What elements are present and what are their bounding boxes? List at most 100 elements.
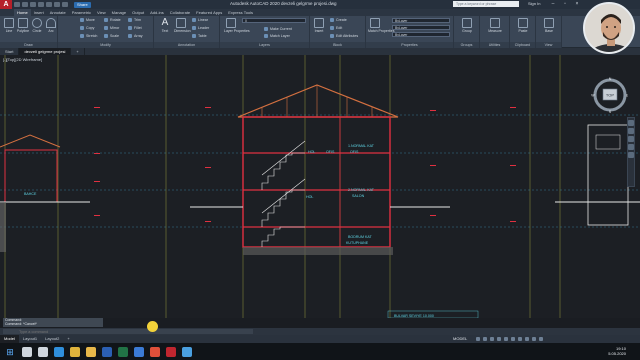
viewcube[interactable]: TOP N E S W <box>590 75 630 115</box>
match-properties-tool[interactable]: Match Properties <box>368 18 394 33</box>
annotation-scale-icon[interactable] <box>525 337 529 341</box>
ribbon-tab-add-ins[interactable]: Add-ins <box>147 9 167 16</box>
save-as-icon[interactable] <box>38 2 44 7</box>
otrack-toggle-icon[interactable] <box>511 337 515 341</box>
array-tool[interactable]: Array <box>128 34 143 38</box>
help-search-input[interactable]: Type a keyword or phrase <box>453 1 519 7</box>
showmotion-icon[interactable] <box>628 152 634 158</box>
rotate-tool[interactable]: Rotate <box>104 18 121 22</box>
ribbon-tab-featured-apps[interactable]: Featured Apps <box>193 9 225 16</box>
redo-icon[interactable] <box>62 2 68 7</box>
command-input[interactable] <box>3 329 253 334</box>
mirror-tool[interactable]: Mirror <box>104 26 119 30</box>
model-space-toggle[interactable]: MODEL <box>453 336 467 341</box>
share-button[interactable]: Share <box>74 1 91 8</box>
trim-tool[interactable]: Trim <box>128 18 141 22</box>
stretch-tool[interactable]: Stretch <box>80 34 97 38</box>
drawing-tab[interactable]: devzeli gelgrme projesi <box>19 48 72 55</box>
ribbon-tab-express-tools[interactable]: Express Tools <box>225 9 256 16</box>
ribbon-tab-view[interactable]: View <box>94 9 109 16</box>
orbit-icon[interactable] <box>628 144 634 150</box>
customize-menu-icon[interactable] <box>539 337 543 341</box>
workspace-gear-icon[interactable] <box>532 337 536 341</box>
color-dropdown[interactable]: ByLayer <box>392 18 450 23</box>
word-icon[interactable] <box>102 346 112 357</box>
excel-icon[interactable] <box>118 346 128 357</box>
ribbon-tab-parametric[interactable]: Parametric <box>69 9 94 16</box>
restore-button[interactable]: ▫ <box>560 0 570 9</box>
chrome-icon[interactable] <box>70 346 80 357</box>
base-view-tool[interactable]: Base <box>542 18 556 33</box>
new-tab-button[interactable]: + <box>71 48 85 55</box>
ribbon-tab-output[interactable]: Output <box>129 9 147 16</box>
edit-attributes-tool[interactable]: Edit Attributes <box>330 34 358 38</box>
paste-tool[interactable]: Paste <box>516 18 530 33</box>
circle-tool[interactable]: Circle <box>30 18 44 33</box>
ribbon-tab-collaborate[interactable]: Collaborate <box>167 9 193 16</box>
fillet-tool[interactable]: Fillet <box>128 26 142 30</box>
layout1-tab[interactable]: Layout1 <box>19 335 41 343</box>
match-layer-tool[interactable]: Match Layer <box>264 34 290 38</box>
plot-icon[interactable] <box>46 2 52 7</box>
linear-tool[interactable]: Linear <box>192 18 208 22</box>
polyline-tool[interactable]: Polyline <box>16 18 30 33</box>
ribbon-tab-manage[interactable]: Manage <box>109 9 129 16</box>
snap-toggle-icon[interactable] <box>483 337 487 341</box>
ribbon-tab-home[interactable]: Home <box>14 9 31 16</box>
system-clock[interactable]: 19:10 5.05.2020 <box>608 346 626 356</box>
create-block-tool[interactable]: Create <box>330 18 347 22</box>
dimension-tool[interactable]: Dimension <box>174 18 191 33</box>
polar-toggle-icon[interactable] <box>497 337 501 341</box>
lineweight-dropdown[interactable]: ByLayer <box>392 25 450 30</box>
close-button[interactable]: × <box>572 0 582 9</box>
layout2-tab[interactable]: Layout2 <box>41 335 63 343</box>
section-drawing[interactable]: HOL OFIS 1.NORMAL KAT OFIS HOL 2.NORMAL … <box>0 55 640 318</box>
arc-tool[interactable]: Arc <box>44 18 58 33</box>
measure-tool[interactable]: Measure <box>488 18 502 33</box>
layer-dropdown[interactable]: 0 <box>242 18 306 23</box>
edit-block-tool[interactable]: Edit <box>330 26 342 30</box>
sign-in-link[interactable]: Sign In <box>528 1 540 6</box>
scale-tool[interactable]: Scale <box>104 34 119 38</box>
viewport-controls[interactable]: [-][Top][2D Wireframe] <box>3 57 42 62</box>
ribbon-tab-insert[interactable]: Insert <box>31 9 47 16</box>
pan-icon[interactable] <box>628 128 634 134</box>
windows-start-icon[interactable]: ⊞ <box>4 346 16 358</box>
text-tool[interactable]: A Text <box>158 18 172 34</box>
lineweight-toggle-icon[interactable] <box>518 337 522 341</box>
open-file-icon[interactable] <box>22 2 28 7</box>
start-tab[interactable]: Start <box>0 48 20 55</box>
ribbon-tab-annotate[interactable]: Annotate <box>47 9 69 16</box>
add-layout-button[interactable]: + <box>63 335 73 343</box>
new-file-icon[interactable] <box>14 2 20 7</box>
task-view-icon[interactable] <box>38 346 48 357</box>
undo-icon[interactable] <box>54 2 60 7</box>
leader-tool[interactable]: Leader <box>192 26 209 30</box>
table-tool[interactable]: Table <box>192 34 207 38</box>
grid-toggle-icon[interactable] <box>476 337 480 341</box>
search-icon[interactable] <box>22 346 32 357</box>
media-icon[interactable] <box>150 346 160 357</box>
osnap-toggle-icon[interactable] <box>504 337 508 341</box>
insert-block-tool[interactable]: Insert <box>312 18 326 33</box>
edge-icon[interactable] <box>54 346 64 357</box>
line-tool[interactable]: Line <box>2 18 16 33</box>
explorer-icon[interactable] <box>86 346 96 357</box>
autocad-icon[interactable] <box>166 346 176 357</box>
save-icon[interactable] <box>30 2 36 7</box>
drawing-canvas[interactable]: HOL OFIS 1.NORMAL KAT OFIS HOL 2.NORMAL … <box>0 55 640 318</box>
store-icon[interactable] <box>134 346 144 357</box>
ortho-toggle-icon[interactable] <box>490 337 494 341</box>
move-tool[interactable]: Move <box>80 18 95 22</box>
steering-wheel-icon[interactable] <box>628 120 634 126</box>
model-layout-tab[interactable]: Model <box>0 335 19 343</box>
copy-tool[interactable]: Copy <box>80 26 94 30</box>
group-tool[interactable]: Group <box>460 18 474 33</box>
camera-icon[interactable] <box>182 346 192 357</box>
minimize-button[interactable]: – <box>548 0 558 9</box>
layer-properties-tool[interactable]: Layer Properties <box>224 18 250 33</box>
zoom-extents-icon[interactable] <box>628 136 634 142</box>
linetype-dropdown[interactable]: ByLayer <box>392 32 450 37</box>
make-current-tool[interactable]: Make Current <box>264 27 292 31</box>
autocad-logo-icon[interactable]: A <box>0 0 12 9</box>
